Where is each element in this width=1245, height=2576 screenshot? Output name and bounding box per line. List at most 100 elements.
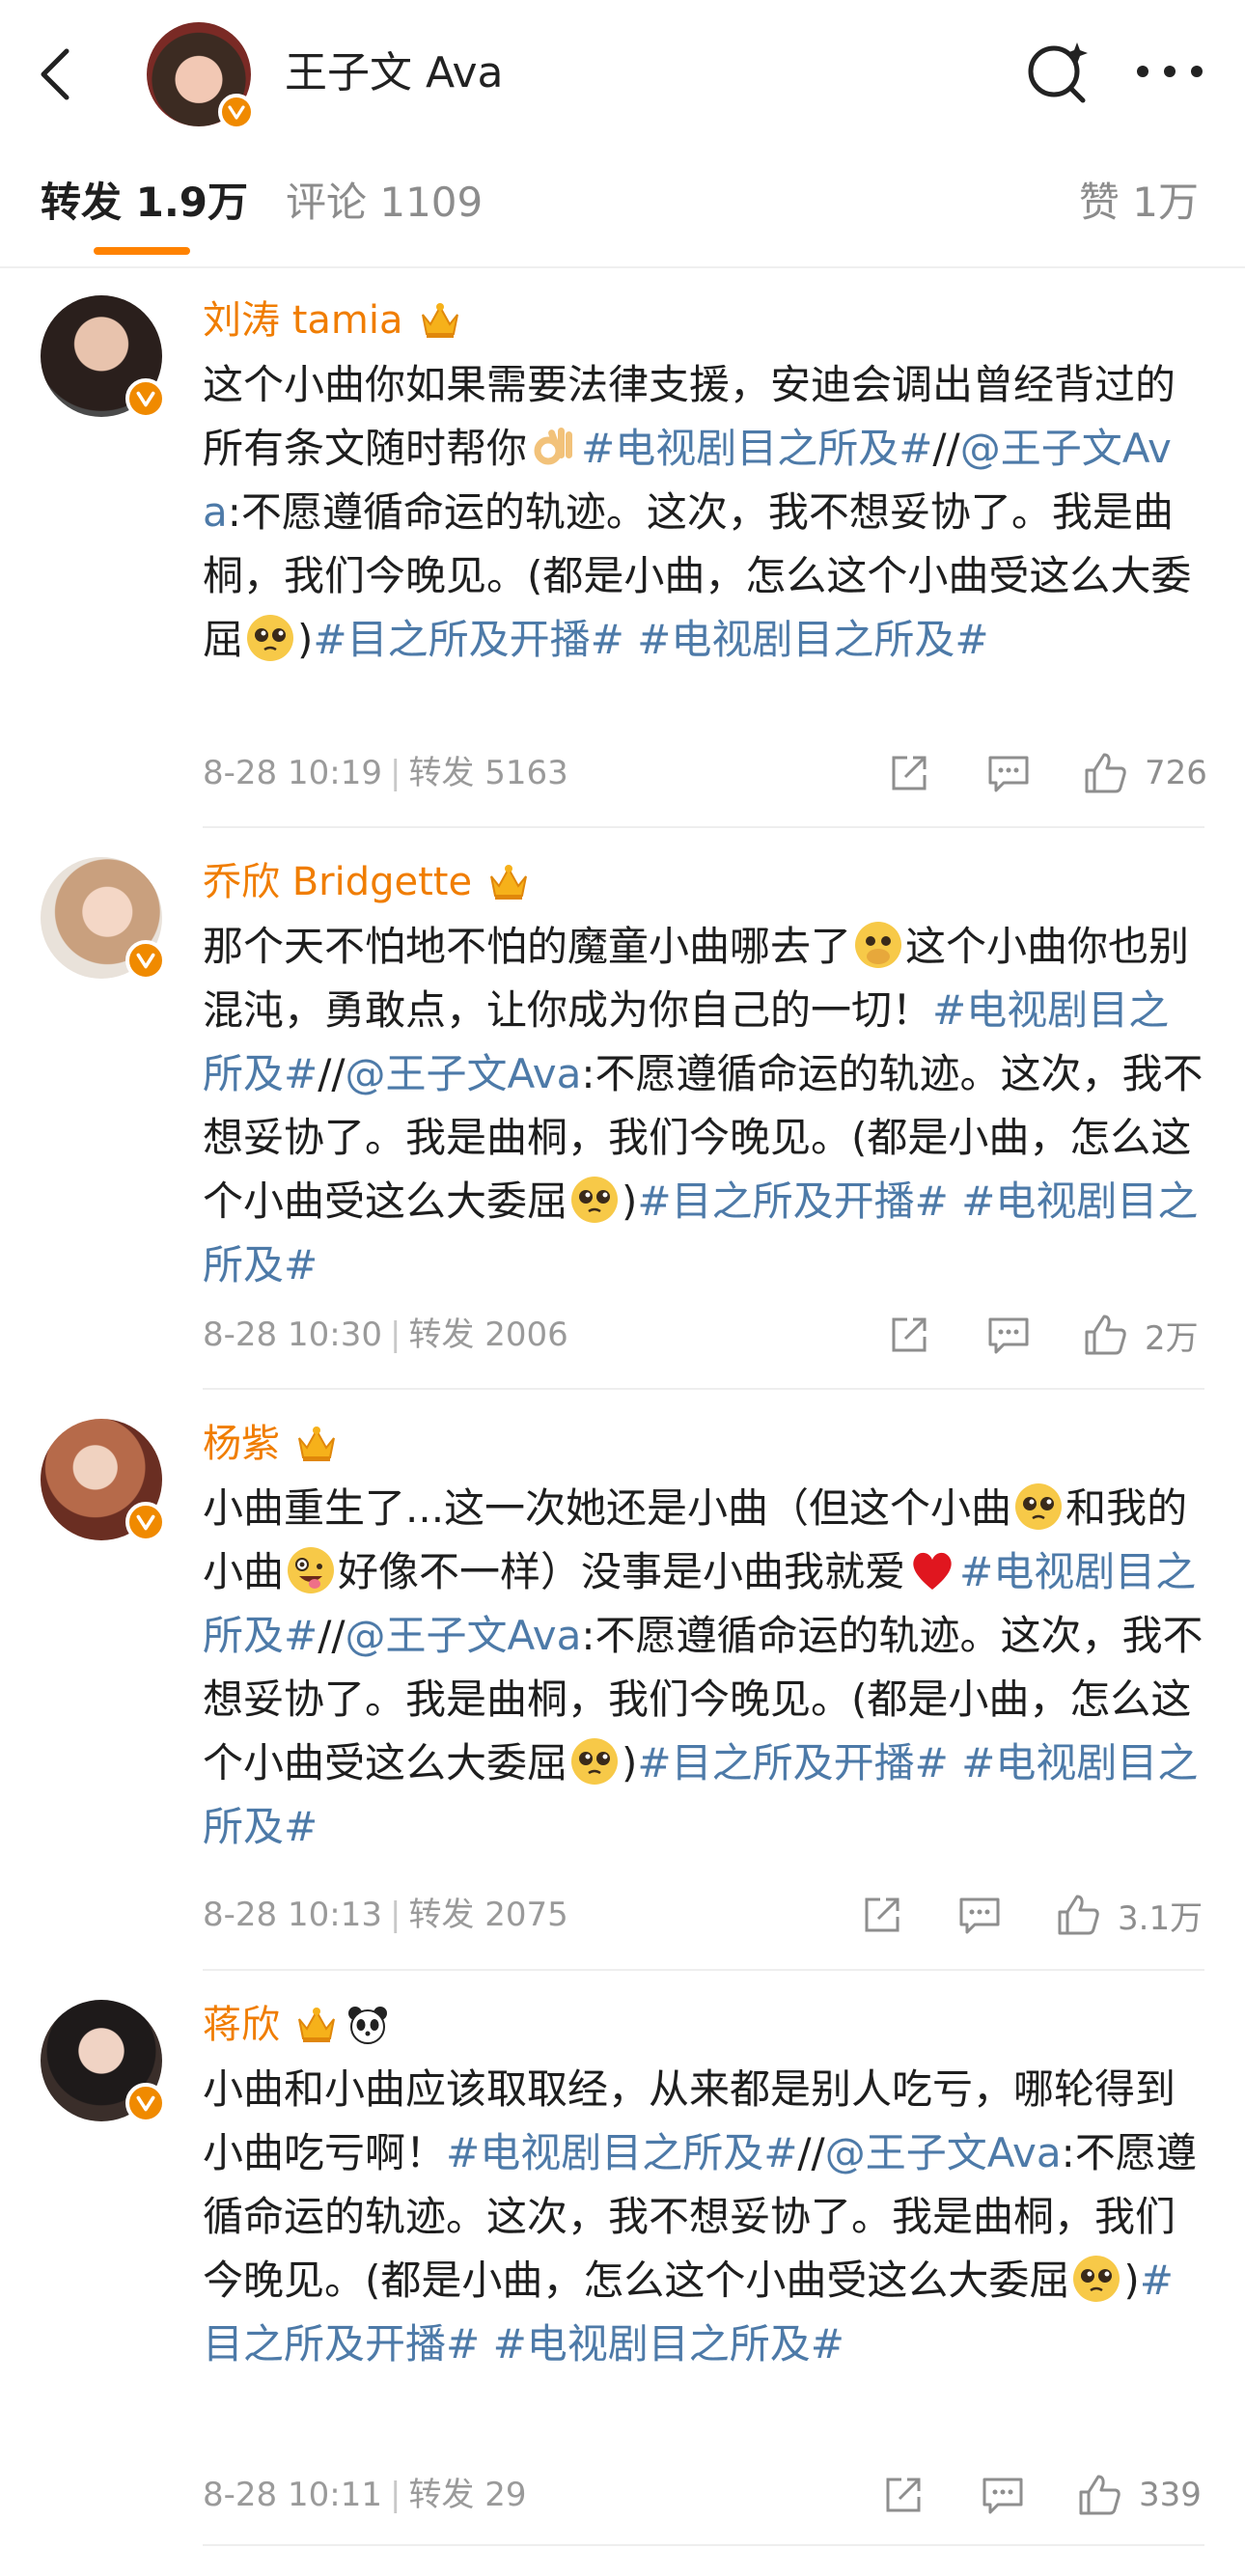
author-name-text: 刘涛 tamia [203, 298, 403, 343]
divider [203, 2544, 1204, 2546]
meta-separator: | [389, 1896, 401, 1934]
pleading-face-emoji-icon [571, 1738, 619, 1785]
post-meta: 8-28 10:30 | 转发 2006 [203, 1314, 568, 1356]
avatar[interactable] [41, 857, 166, 981]
post-time: 8-28 10:13 [203, 1896, 382, 1934]
repost-item: 蒋欣 小曲和小曲应该取取经，从来都是别人吃亏，哪轮得到小曲吃亏啊！#电视剧目之所… [0, 1971, 1245, 2550]
post-text: 小曲重生了...这一次她还是小曲（但这个小曲 和我的小曲 好像不一样）没事是小曲我就… [203, 1477, 1206, 1859]
search-sparkle-icon [1028, 42, 1088, 103]
avatar[interactable] [41, 1419, 166, 1542]
author-name[interactable]: 乔欣 Bridgette [203, 855, 532, 909]
active-tab-indicator [94, 247, 190, 255]
comment-icon [982, 2478, 1023, 2514]
top-bar: 王子文 Ava [0, 0, 1245, 138]
share-icon [886, 2478, 921, 2512]
text-segment: 小曲重生了...这一次她还是小曲（但这个小曲 [203, 1484, 1012, 1532]
mention-link[interactable]: @王子文Ava [825, 2129, 1062, 2176]
like-count: 339 [1139, 2476, 1202, 2514]
red-heart-emoji-icon [913, 1552, 952, 1590]
topic-link[interactable]: #电视剧目之所及# [493, 2320, 844, 2368]
verified-v-icon [125, 378, 166, 419]
author-name-text: 蒋欣 [203, 2003, 280, 2047]
author-name[interactable]: 杨紫 [203, 1417, 340, 1471]
topic-link[interactable]: #电视剧目之所及# [637, 616, 988, 663]
post-text: 那个天不怕地不怕的魔童小曲哪去了 这个小曲你也别混沌，勇敢点，让你成为你自己的一切… [203, 915, 1206, 1297]
face-with-hand-emoji-icon [855, 922, 902, 968]
thumbs-up-icon [1058, 1895, 1099, 1935]
topic-link[interactable]: #电视剧目之所及# [581, 425, 932, 472]
share-button[interactable] [859, 1888, 905, 1942]
like-button[interactable]: 339 [1075, 2468, 1202, 2522]
share-icon [892, 1317, 927, 1352]
topic-link[interactable]: #目之所及开播# [313, 616, 623, 663]
repost-item: 乔欣 Bridgette 那个天不怕地不怕的魔童小曲哪去了 这个小曲你也别混沌，勇… [0, 828, 1245, 1388]
tab-comments[interactable]: 评论 1109 [286, 177, 483, 229]
topic-link[interactable]: #目之所及开播# [637, 1177, 948, 1225]
comment-icon [988, 1317, 1029, 1354]
more-dots-icon [1137, 66, 1203, 77]
author-name[interactable]: 蒋欣 [203, 1998, 390, 2052]
repost-item: 刘涛 tamia 这个小曲你如果需要法律支援，安迪会调出曾经背过的所有条文随时帮… [0, 266, 1245, 826]
repost-item: 杨紫 小曲重生了...这一次她还是小曲（但这个小曲 和我的小曲 好像不一样）没事是小… [0, 1390, 1245, 1969]
like-button[interactable]: 3.1万 [1054, 1888, 1203, 1942]
search-button[interactable] [1023, 37, 1093, 106]
more-button[interactable] [1131, 37, 1208, 106]
topic-link[interactable]: #目之所及开播# [637, 1739, 948, 1787]
mention-link[interactable]: @王子文Ava [346, 1612, 582, 1659]
comment-button[interactable] [955, 1888, 1004, 1942]
text-segment: // [318, 1050, 346, 1097]
text-segment: 那个天不怕地不怕的魔童小曲哪去了 [203, 923, 852, 970]
panda-icon [348, 2007, 387, 2044]
pleading-face-emoji-icon [1073, 2256, 1120, 2302]
repost-count: 转发 29 [408, 2476, 527, 2514]
like-count: 2万 [1145, 1318, 1199, 1358]
post-meta: 8-28 10:11 | 转发 29 [203, 2474, 527, 2516]
meta-separator: | [389, 754, 401, 792]
comment-icon [988, 756, 1029, 792]
post-time: 8-28 10:30 [203, 1316, 382, 1354]
avatar[interactable] [41, 2000, 166, 2123]
avatar[interactable] [41, 295, 166, 419]
text-segment [624, 616, 637, 663]
meta-separator: | [389, 2476, 401, 2514]
comment-button[interactable] [979, 2468, 1027, 2522]
text-segment [480, 2320, 492, 2368]
topic-link[interactable]: #电视剧目之所及# [446, 2129, 797, 2176]
tab-reposts[interactable]: 转发 1.9万 [41, 177, 248, 229]
share-button[interactable] [880, 2468, 927, 2522]
pleading-face-emoji-icon [1015, 1483, 1063, 1530]
repost-count: 转发 2006 [408, 1316, 568, 1354]
share-icon [892, 756, 927, 790]
tab-likes[interactable]: 赞 1万 [1079, 177, 1199, 229]
author-avatar[interactable] [147, 22, 255, 130]
comment-button[interactable] [984, 746, 1033, 800]
comment-button[interactable] [984, 1308, 1033, 1362]
share-button[interactable] [886, 746, 932, 800]
author-name-text: 乔欣 Bridgette [203, 860, 473, 904]
text-segment: // [318, 1612, 346, 1659]
page-title[interactable]: 王子文 Ava [285, 46, 504, 100]
post-text: 小曲和小曲应该取取经，从来都是别人吃亏，哪轮得到小曲吃亏啊！#电视剧目之所及#/… [203, 2058, 1206, 2376]
author-name[interactable]: 刘涛 tamia [203, 293, 463, 347]
like-button[interactable]: 726 [1081, 746, 1207, 800]
ok-hand-emoji-icon [534, 428, 573, 465]
like-count: 726 [1145, 754, 1207, 792]
verified-v-icon [125, 1502, 166, 1542]
pleading-face-emoji-icon [247, 615, 294, 661]
post-text: 这个小曲你如果需要法律支援，安迪会调出曾经背过的所有条文随时帮你 #电视剧目之所及… [203, 353, 1206, 672]
post-time: 8-28 10:19 [203, 754, 382, 792]
repost-count: 转发 2075 [408, 1896, 568, 1934]
crown-icon [298, 1426, 335, 1461]
verified-v-icon [218, 94, 255, 130]
author-name-text: 杨紫 [203, 1422, 280, 1466]
zany-face-emoji-icon [288, 1547, 335, 1593]
crown-icon [490, 865, 528, 900]
text-segment: // [797, 2129, 825, 2176]
share-button[interactable] [886, 1308, 932, 1362]
mention-link[interactable]: @王子文Ava [346, 1050, 582, 1097]
thumbs-up-icon [1079, 2475, 1120, 2515]
back-button[interactable] [21, 31, 89, 118]
text-segment [949, 1177, 961, 1225]
like-button[interactable]: 2万 [1081, 1308, 1199, 1362]
text-segment: ) [1123, 2257, 1140, 2304]
